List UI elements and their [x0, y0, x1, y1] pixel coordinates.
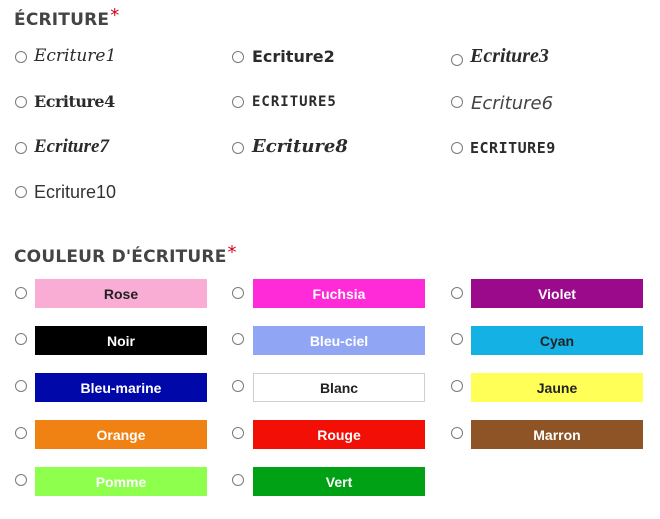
font-option-6-label[interactable]: Ecriture6: [471, 93, 553, 114]
font-option-9-label[interactable]: ECRITURE9: [470, 139, 556, 157]
color-swatch-vert[interactable]: Vert: [253, 467, 425, 496]
font-option-3-label[interactable]: Ecriture3: [470, 45, 549, 68]
font-section-title-text: ÉCRITURE: [14, 10, 110, 30]
font-radio-1[interactable]: [15, 51, 27, 63]
color-label: Vert: [325, 473, 353, 490]
color-radio-noir[interactable]: [15, 333, 27, 345]
font-option-8-label[interactable]: Ecriture8: [252, 136, 348, 157]
color-swatch-orange[interactable]: Orange: [35, 420, 207, 449]
color-label: Jaune: [536, 379, 578, 396]
color-swatch-violet[interactable]: Violet: [471, 279, 643, 308]
font-section-title: ÉCRITURE*: [14, 5, 119, 30]
color-label: Pomme: [95, 473, 147, 490]
color-label: Orange: [96, 426, 146, 443]
font-radio-3[interactable]: [451, 54, 463, 66]
color-radio-violet[interactable]: [451, 287, 463, 299]
color-radio-rose[interactable]: [15, 287, 27, 299]
color-swatch-rose[interactable]: Rose: [35, 279, 207, 308]
color-radio-bleu-ciel[interactable]: [232, 333, 244, 345]
font-radio-10[interactable]: [15, 186, 27, 198]
font-radio-7[interactable]: [15, 142, 27, 154]
font-radio-2[interactable]: [232, 51, 244, 63]
color-radio-orange[interactable]: [15, 427, 27, 439]
color-radio-jaune[interactable]: [451, 380, 463, 392]
color-swatch-pomme[interactable]: Pomme: [35, 467, 207, 496]
font-option-1-label[interactable]: Ecriture1: [34, 46, 116, 66]
color-radio-blanc[interactable]: [232, 380, 244, 392]
color-swatch-cyan[interactable]: Cyan: [471, 326, 643, 355]
font-radio-6[interactable]: [451, 96, 463, 108]
color-label: Bleu-marine: [80, 379, 162, 396]
font-radio-8[interactable]: [232, 142, 244, 154]
font-option-7-label[interactable]: Ecriture7: [34, 136, 109, 158]
color-label: Blanc: [319, 379, 359, 396]
color-section-title: COULEUR D'ÉCRITURE*: [14, 242, 237, 267]
color-radio-marron[interactable]: [451, 427, 463, 439]
color-label: Rouge: [317, 426, 361, 443]
color-swatch-jaune[interactable]: Jaune: [471, 373, 643, 402]
color-swatch-fuchsia[interactable]: Fuchsia: [253, 279, 425, 308]
font-option-2-label[interactable]: Ecriture2: [252, 47, 335, 66]
color-swatch-noir[interactable]: Noir: [35, 326, 207, 355]
color-label: Violet: [538, 285, 576, 302]
color-swatch-marron[interactable]: Marron: [471, 420, 643, 449]
font-radio-4[interactable]: [15, 96, 27, 108]
color-label: Fuchsia: [312, 285, 366, 302]
color-radio-vert[interactable]: [232, 474, 244, 486]
color-swatch-bleu-marine[interactable]: Bleu-marine: [35, 373, 207, 402]
font-radio-9[interactable]: [451, 142, 463, 154]
font-option-4-label[interactable]: Ecriture4: [34, 92, 115, 111]
font-option-5-label[interactable]: ECRITURE5: [252, 94, 337, 110]
color-label: Noir: [107, 332, 135, 349]
color-label: Cyan: [539, 332, 575, 349]
color-label: Marron: [533, 426, 581, 443]
color-radio-cyan[interactable]: [451, 333, 463, 345]
color-label: Bleu-ciel: [309, 332, 369, 349]
color-swatch-rouge[interactable]: Rouge: [253, 420, 425, 449]
color-radio-rouge[interactable]: [232, 427, 244, 439]
color-radio-bleu-marine[interactable]: [15, 380, 27, 392]
required-asterisk: *: [227, 242, 237, 263]
font-radio-5[interactable]: [232, 96, 244, 108]
color-swatch-blanc[interactable]: Blanc: [253, 373, 425, 402]
color-section-title-text: COULEUR D'ÉCRITURE: [14, 247, 227, 267]
color-radio-fuchsia[interactable]: [232, 287, 244, 299]
required-asterisk: *: [110, 5, 120, 26]
font-option-10-label[interactable]: Ecriture10: [34, 182, 116, 203]
color-radio-pomme[interactable]: [15, 474, 27, 486]
color-label: Rose: [103, 285, 139, 302]
color-swatch-bleu-ciel[interactable]: Bleu-ciel: [253, 326, 425, 355]
